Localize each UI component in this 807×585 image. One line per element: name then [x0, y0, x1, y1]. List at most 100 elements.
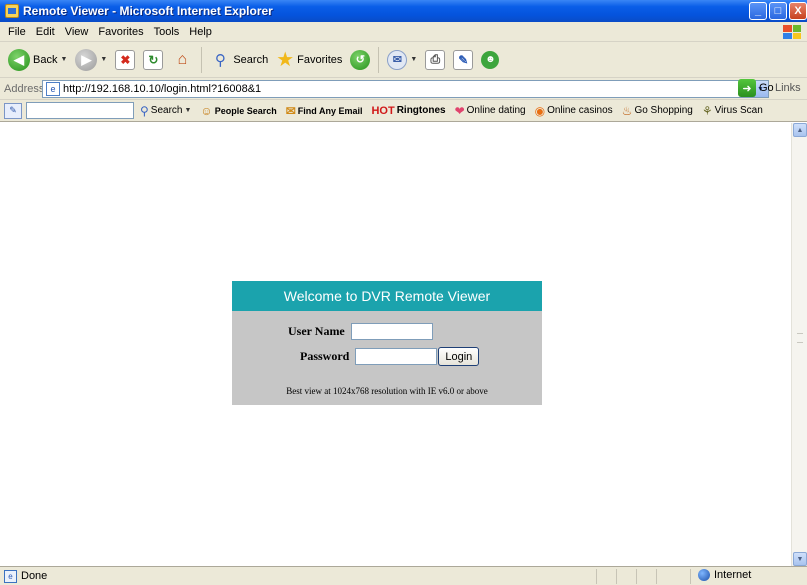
bug-icon: ⚘ — [701, 103, 713, 118]
toolbar-search-button[interactable]: ⚲ Search ▼ — [140, 104, 191, 118]
stop-icon: ✖ — [115, 49, 136, 70]
maximize-button[interactable]: □ — [769, 2, 787, 20]
status-divider — [656, 569, 657, 584]
messenger-button[interactable]: ☻ — [477, 45, 503, 75]
mail-button[interactable]: ✉ ▼ — [383, 45, 421, 75]
menu-favorites[interactable]: Favorites — [93, 26, 148, 38]
home-icon: ⌂ — [177, 50, 188, 68]
dropdown-arrow-icon: ▼ — [410, 56, 418, 63]
login-panel: Welcome to DVR Remote Viewer User Name P… — [232, 281, 542, 405]
title-bar[interactable]: Remote Viewer - Microsoft Internet Explo… — [0, 0, 807, 22]
edit-button[interactable]: ✎ — [449, 45, 477, 75]
search-icon: ⚲ — [214, 51, 226, 69]
shopping-icon: ♨ — [621, 103, 633, 118]
people-search-label: People Search — [214, 105, 277, 116]
password-row: Password Login — [300, 347, 480, 366]
toolbar-separator — [378, 46, 380, 73]
page-icon: e — [46, 82, 60, 96]
username-row: User Name — [288, 323, 433, 340]
print-button[interactable]: ⎙ — [421, 45, 449, 75]
username-label: User Name — [288, 324, 345, 338]
links-label[interactable]: Links — [775, 82, 801, 94]
ringtones-link[interactable]: HOT Ringtones — [371, 105, 445, 117]
address-input[interactable]: e http://192.168.10.10/login.html?16008&… — [42, 80, 769, 98]
print-icon: ⎙ — [425, 49, 446, 70]
zone-label: Internet — [714, 569, 752, 581]
go-shopping-link[interactable]: ♨ Go Shopping — [622, 104, 693, 118]
back-button[interactable]: ◀ Back ▼ — [4, 45, 71, 75]
menu-file[interactable]: File — [3, 26, 31, 38]
history-button[interactable]: ↺ — [346, 45, 374, 75]
address-url: http://192.168.10.10/login.html?16008&1 — [63, 83, 262, 95]
edit-page-icon: ✎ — [453, 49, 474, 70]
scroll-down-icon[interactable]: ▼ — [793, 552, 807, 566]
menu-edit[interactable]: Edit — [31, 26, 60, 38]
online-dating-link[interactable]: ❤ Online dating — [455, 104, 526, 118]
close-button[interactable]: X — [789, 2, 807, 20]
home-button[interactable]: ⌂ — [167, 45, 197, 75]
ie-app-icon — [5, 4, 19, 18]
scroll-grip — [797, 333, 803, 343]
virus-scan-label: Virus Scan — [714, 105, 763, 116]
menu-help[interactable]: Help — [184, 26, 217, 38]
find-email-label: Find Any Email — [297, 105, 363, 116]
toolbar-search-input[interactable] — [26, 102, 134, 119]
search-button[interactable]: ⚲ Search — [206, 45, 272, 75]
scroll-up-icon[interactable]: ▲ — [793, 123, 807, 137]
virus-scan-link[interactable]: ⚘ Virus Scan — [702, 104, 763, 118]
favorites-star-icon: ★ — [276, 49, 295, 71]
casino-chip-icon: ◉ — [534, 103, 546, 118]
refresh-button[interactable]: ↻ — [139, 45, 167, 75]
dropdown-arrow-icon: ▼ — [184, 107, 192, 114]
back-arrow-icon: ◀ — [8, 48, 30, 71]
status-text: Done — [21, 570, 48, 582]
online-dating-label: Online dating — [466, 105, 526, 116]
heart-icon: ❤ — [454, 103, 465, 118]
online-casinos-label: Online casinos — [547, 105, 613, 116]
search-label: Search — [233, 53, 269, 66]
go-arrow-icon: ➜ — [738, 79, 756, 97]
stop-button[interactable]: ✖ — [111, 45, 139, 75]
username-input[interactable] — [350, 323, 433, 340]
dropdown-arrow-icon: ▼ — [60, 56, 68, 63]
go-label: Go — [759, 82, 774, 94]
minimize-button[interactable]: _ — [749, 2, 767, 20]
resolution-note: Best view at 1024x768 resolution with IE… — [286, 386, 488, 396]
people-icon: ☺ — [200, 103, 213, 118]
messenger-icon: ☻ — [481, 50, 500, 69]
online-casinos-link[interactable]: ◉ Online casinos — [535, 104, 613, 118]
favorites-button[interactable]: ★ Favorites — [272, 45, 346, 75]
addon-toolbar: ✎ ⚲ Search ▼ ☺ People Search ✉ Find Any … — [0, 100, 807, 122]
page-viewport: Welcome to DVR Remote Viewer User Name P… — [0, 123, 807, 566]
window-controls: _ □ X — [749, 2, 807, 20]
toolbar-logo-icon[interactable]: ✎ — [4, 102, 22, 119]
toolbar-search-label: Search — [150, 105, 183, 116]
windows-logo-icon — [781, 23, 803, 41]
login-form: User Name Password Login Best view at 10… — [232, 311, 542, 405]
window-title: Remote Viewer - Microsoft Internet Explo… — [23, 4, 273, 18]
search-icon: ⚲ — [140, 103, 149, 118]
dropdown-arrow-icon: ▼ — [100, 56, 108, 63]
login-button[interactable]: Login — [438, 347, 480, 366]
go-button[interactable]: ➜ Go — [738, 79, 774, 97]
page-done-icon: e — [4, 569, 17, 583]
status-divider — [616, 569, 617, 584]
history-icon: ↺ — [350, 49, 371, 70]
email-icon: ✉ — [285, 103, 296, 118]
address-bar: Address e http://192.168.10.10/login.htm… — [0, 78, 807, 100]
menu-view[interactable]: View — [60, 26, 94, 38]
password-label: Password — [300, 349, 350, 363]
find-email-link[interactable]: ✉ Find Any Email — [286, 104, 363, 118]
back-label: Back — [33, 53, 58, 66]
status-divider — [690, 569, 691, 584]
login-header: Welcome to DVR Remote Viewer — [232, 281, 542, 311]
vertical-scrollbar[interactable]: ▲ ▼ — [791, 123, 807, 566]
menu-bar: File Edit View Favorites Tools Help — [0, 22, 807, 42]
password-input[interactable] — [355, 348, 438, 365]
status-divider — [596, 569, 597, 584]
favorites-label: Favorites — [297, 53, 343, 66]
forward-button[interactable]: ▶ ▼ — [71, 45, 111, 75]
menu-tools[interactable]: Tools — [149, 26, 185, 38]
globe-icon — [698, 569, 710, 581]
people-search-link[interactable]: ☺ People Search — [200, 104, 276, 118]
